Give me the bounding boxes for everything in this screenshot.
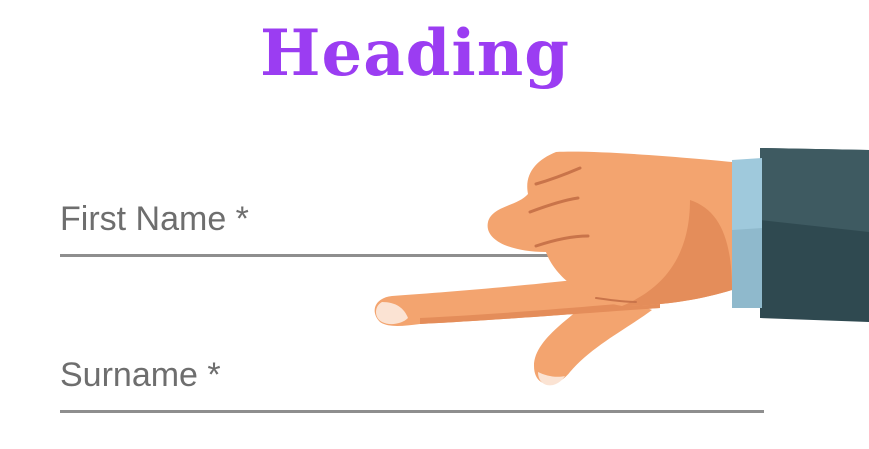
- pointing-hand-icon: [374, 148, 869, 386]
- surname-underline: [60, 410, 764, 413]
- form-page: Heading First Name * Surname *: [0, 0, 869, 449]
- page-heading: Heading: [260, 16, 570, 91]
- cuff-shade: [732, 228, 762, 308]
- sleeve-highlight: [760, 148, 869, 232]
